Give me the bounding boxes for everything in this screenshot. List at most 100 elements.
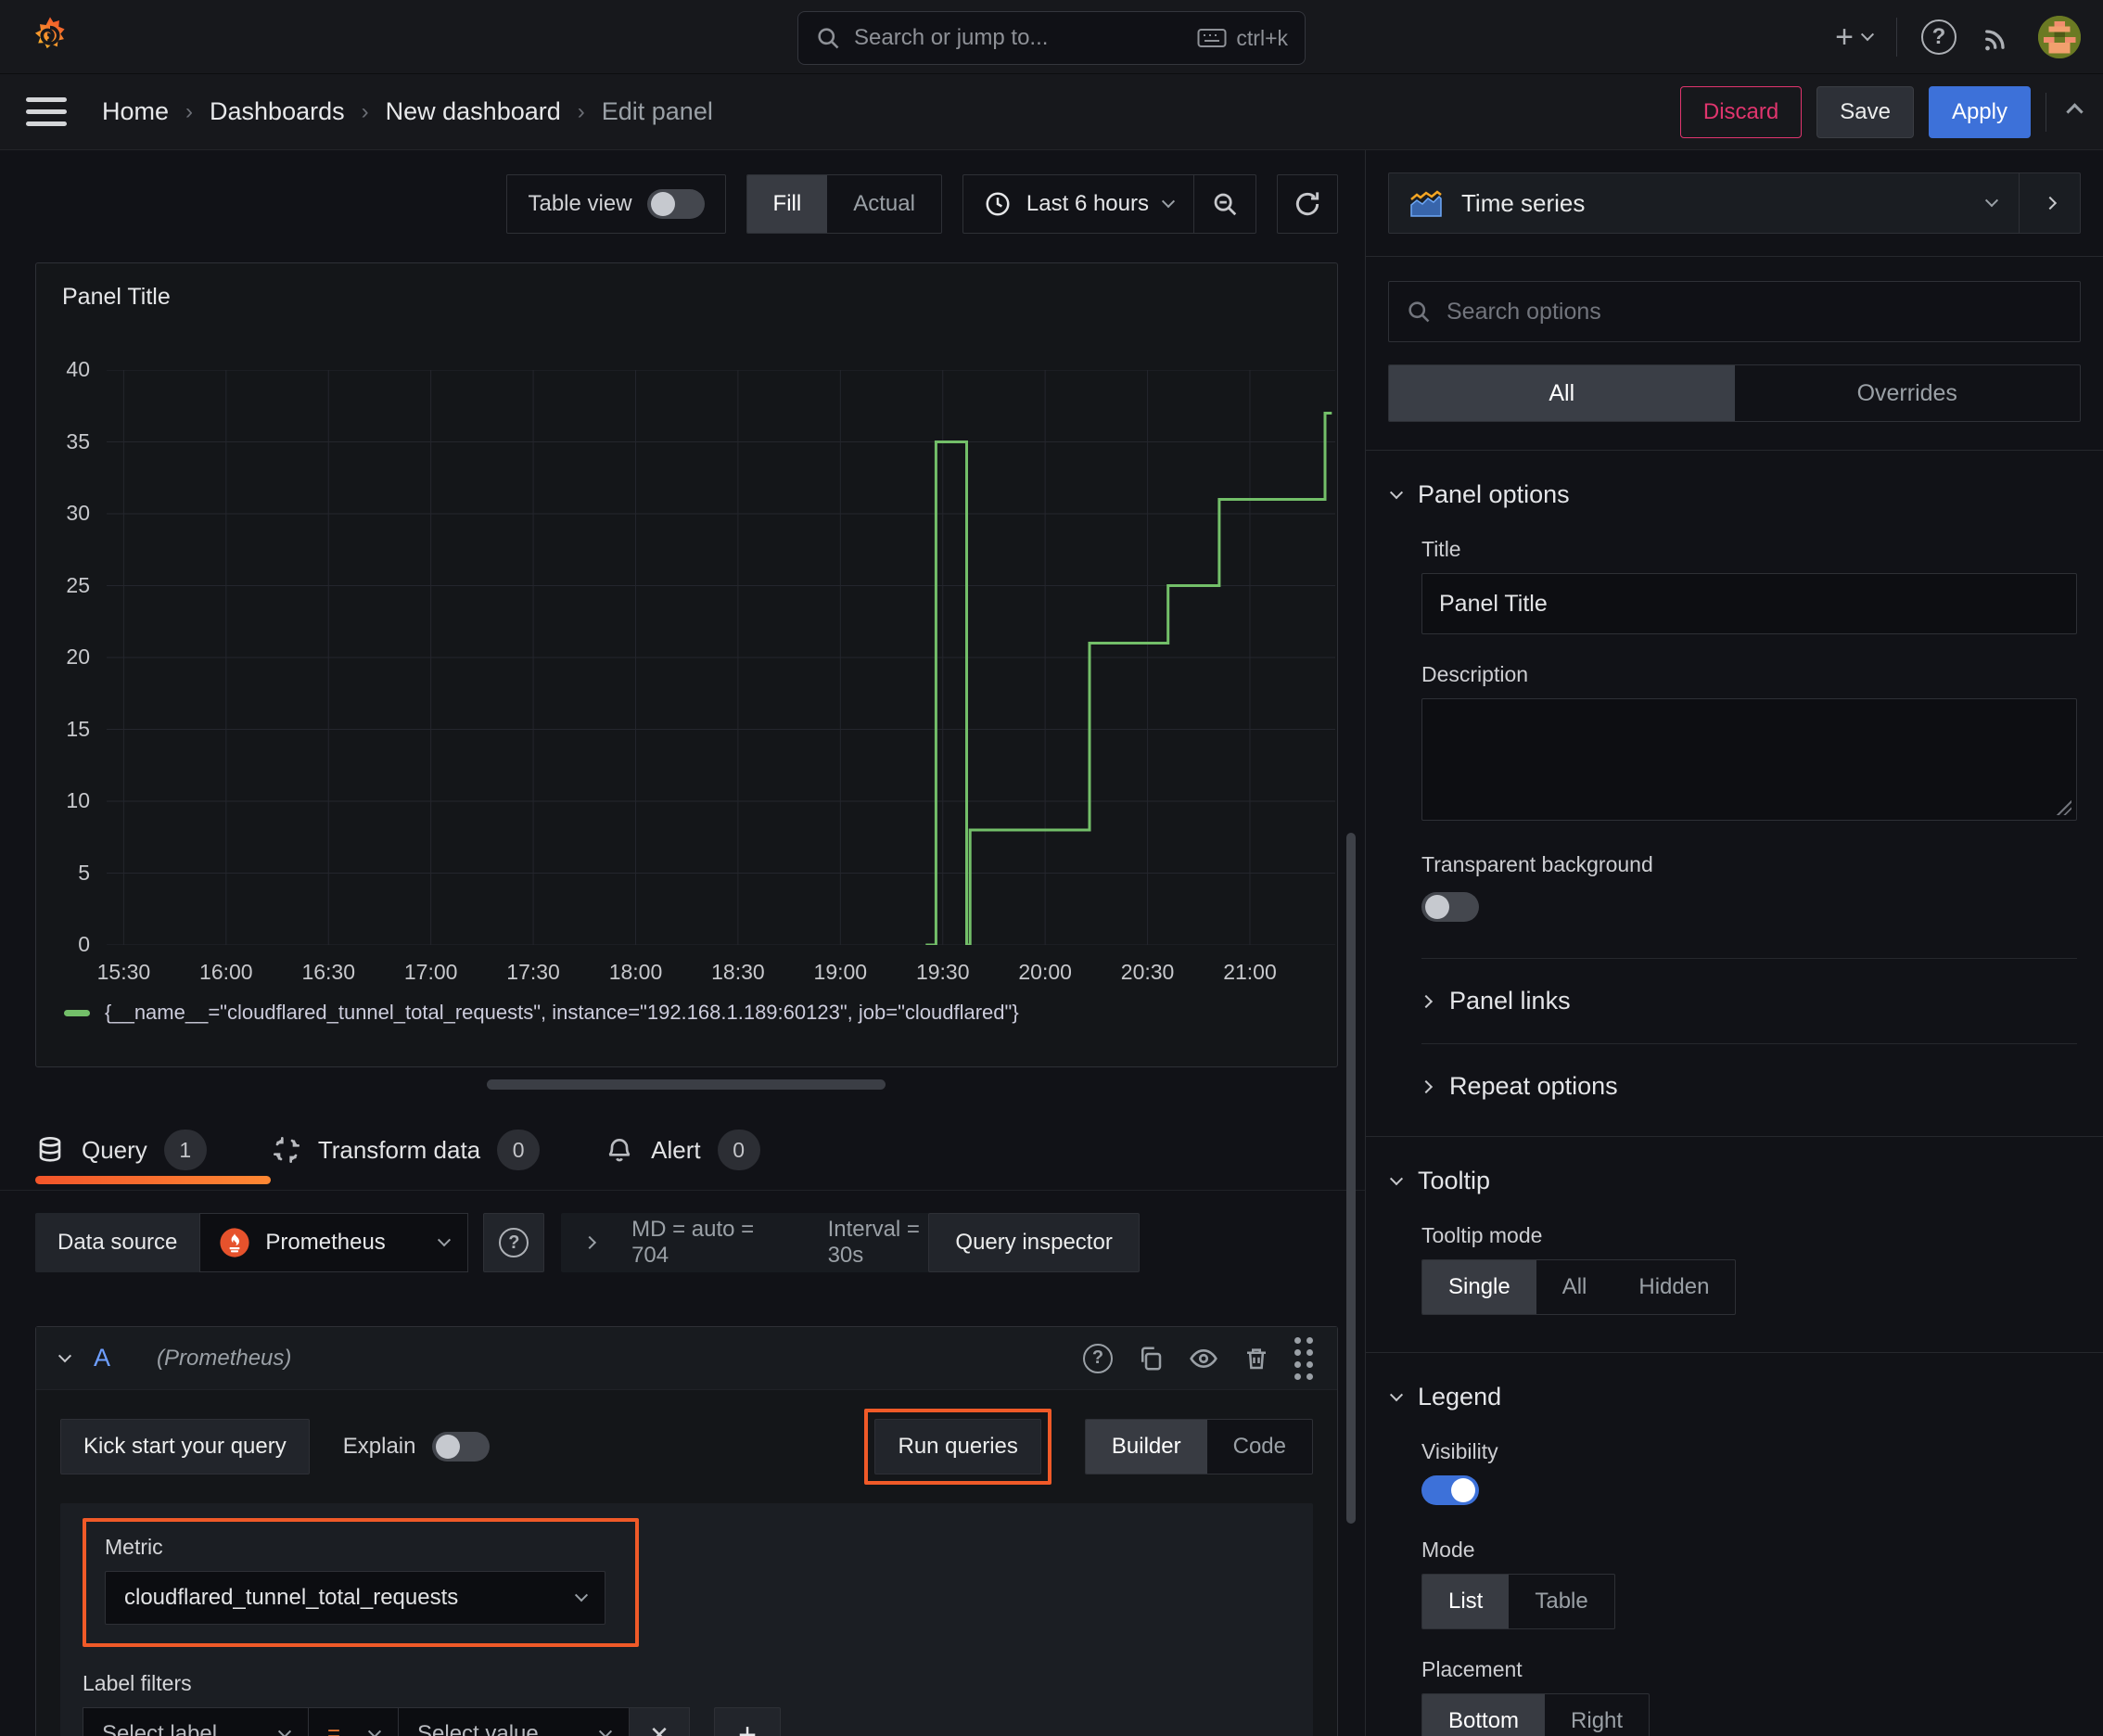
run-queries-highlight: Run queries [864, 1409, 1052, 1485]
tab-query[interactable]: Query 1 [35, 1130, 207, 1170]
delete-query-icon[interactable] [1243, 1345, 1270, 1372]
chevron-down-icon [598, 1725, 613, 1736]
chart-plot[interactable] [107, 369, 1335, 947]
breadcrumb-item[interactable]: New dashboard [386, 97, 561, 126]
tab-all[interactable]: All [1389, 365, 1735, 421]
datasource-label: Data source [35, 1213, 200, 1272]
resize-grip-icon[interactable] [2055, 798, 2071, 815]
explain-toggle[interactable] [432, 1432, 491, 1462]
help-icon[interactable]: ? [1921, 19, 1956, 55]
query-options-summary[interactable]: MD = auto = 704 Interval = 30s [561, 1213, 981, 1272]
series-label[interactable]: {__name__="cloudflared_tunnel_total_requ… [105, 1001, 1019, 1025]
promql-builder: Metric cloudflared_tunnel_total_requests… [60, 1503, 1313, 1736]
add-filter-button[interactable]: + [714, 1707, 781, 1736]
news-icon[interactable] [1981, 20, 2014, 54]
discard-button[interactable]: Discard [1679, 85, 1803, 138]
chart-legend: {__name__="cloudflared_tunnel_total_requ… [64, 1001, 1019, 1025]
kick-start-query-button[interactable]: Kick start your query [60, 1419, 310, 1474]
series-color-swatch[interactable] [64, 1009, 90, 1016]
y-tick-label: 20 [66, 645, 90, 669]
actual-option[interactable]: Actual [827, 175, 941, 233]
datasource-row: Data source Prometheus ? MD = auto = 704… [35, 1213, 1338, 1272]
tab-alert[interactable]: Alert 0 [605, 1130, 760, 1170]
datasource-picker[interactable]: Prometheus [199, 1213, 469, 1272]
y-tick-label: 10 [66, 788, 90, 812]
legend-header[interactable]: Legend [1389, 1383, 2077, 1411]
breadcrumb-item[interactable]: Home [102, 97, 169, 126]
builder-option[interactable]: Builder [1085, 1420, 1207, 1474]
y-tick-label: 30 [66, 501, 90, 525]
transparent-background-toggle[interactable] [1421, 892, 1479, 922]
operator-dropdown[interactable]: = [308, 1707, 399, 1736]
explain-label: Explain [342, 1434, 416, 1459]
description-textarea[interactable] [1421, 698, 2077, 821]
repeat-options-section[interactable]: Repeat options [1419, 1043, 2077, 1129]
tooltip-single-option[interactable]: Single [1422, 1260, 1536, 1314]
duplicate-query-icon[interactable] [1137, 1345, 1165, 1372]
legend-placement-toggle: Bottom Right [1421, 1693, 1651, 1736]
legend-mode-list[interactable]: List [1422, 1575, 1510, 1628]
tab-transform-data[interactable]: Transform data 0 [272, 1130, 541, 1170]
scrollbar-thumb[interactable] [1346, 833, 1356, 1524]
query-ref-id: A [94, 1344, 111, 1372]
x-tick-label: 17:00 [403, 960, 458, 984]
chevron-down-icon [1984, 194, 1999, 208]
save-button[interactable]: Save [1816, 85, 1914, 138]
table-view-toggle[interactable] [646, 189, 705, 219]
query-inspector-button[interactable]: Query inspector [928, 1213, 1140, 1272]
query-tab-bar: Query 1 Transform data 0 Alert 0 [35, 1117, 1338, 1183]
tooltip-all-option[interactable]: All [1536, 1260, 1613, 1314]
drag-query-handle[interactable] [1294, 1336, 1313, 1380]
tooltip-mode-label: Tooltip mode [1421, 1223, 1543, 1247]
visualization-picker[interactable]: Time series [1388, 172, 2081, 234]
select-value-dropdown[interactable]: Select value [398, 1707, 630, 1736]
breadcrumb-item[interactable]: Dashboards [210, 97, 345, 126]
add-new-button[interactable]: + [1835, 19, 1875, 56]
datasource-help-button[interactable]: ? [483, 1213, 545, 1272]
x-tick-label: 18:00 [608, 960, 663, 984]
y-tick-label: 15 [66, 716, 90, 741]
chevron-down-icon [277, 1725, 292, 1736]
collapse-header-icon[interactable] [2066, 103, 2084, 121]
time-range-picker[interactable]: Last 6 hours [963, 190, 1193, 218]
apply-button[interactable]: Apply [1928, 85, 2031, 138]
hide-query-icon[interactable] [1189, 1344, 1218, 1373]
pane-resize-handle[interactable] [487, 1079, 886, 1090]
query-row-header[interactable]: A (Prometheus) ? [36, 1327, 1337, 1390]
query-editor-card: A (Prometheus) ? Kick start your query E… [35, 1326, 1338, 1736]
panel-links-section[interactable]: Panel links [1419, 958, 2077, 1043]
x-tick-label: 20:30 [1120, 960, 1175, 984]
select-label-dropdown[interactable]: Select label [83, 1707, 309, 1736]
legend-mode-table[interactable]: Table [1509, 1575, 1613, 1628]
open-viz-list-button[interactable] [2019, 173, 2080, 233]
grafana-logo[interactable] [26, 13, 74, 61]
user-avatar[interactable] [2038, 16, 2081, 58]
x-tick-label: 18:30 [711, 960, 765, 984]
global-search-input[interactable]: Search or jump to... ctrl+k [797, 11, 1306, 65]
metric-select[interactable]: cloudflared_tunnel_total_requests [105, 1571, 605, 1625]
explain-control: Explain [343, 1432, 491, 1462]
tooltip-hidden-option[interactable]: Hidden [1612, 1260, 1735, 1314]
panel-options-header[interactable]: Panel options [1389, 480, 2077, 509]
zoom-out-button[interactable] [1194, 175, 1255, 233]
run-queries-button[interactable]: Run queries [874, 1419, 1041, 1474]
tab-overrides[interactable]: Overrides [1735, 365, 2081, 421]
remove-filter-button[interactable]: ✕ [629, 1707, 690, 1736]
code-option[interactable]: Code [1207, 1420, 1312, 1474]
transparent-background-label: Transparent background [1421, 852, 1653, 876]
title-input[interactable]: Panel Title [1421, 573, 2077, 634]
breadcrumb-item: Edit panel [601, 97, 713, 125]
panel-view-toolbar: Table view Fill Actual Last 6 hours [35, 174, 1338, 234]
collapse-query-icon[interactable] [57, 1348, 72, 1362]
search-icon [1406, 299, 1432, 325]
legend-visibility-toggle[interactable] [1421, 1475, 1479, 1505]
refresh-button[interactable] [1277, 174, 1338, 234]
search-options-input[interactable]: Search options [1388, 281, 2081, 342]
tooltip-header[interactable]: Tooltip [1389, 1167, 2077, 1195]
legend-placement-right[interactable]: Right [1545, 1694, 1649, 1736]
menu-icon[interactable] [26, 97, 67, 126]
query-help-icon[interactable]: ? [1083, 1343, 1113, 1373]
fill-option[interactable]: Fill [746, 175, 828, 233]
legend-placement-bottom[interactable]: Bottom [1422, 1694, 1546, 1736]
query-count-badge: 1 [163, 1130, 207, 1170]
